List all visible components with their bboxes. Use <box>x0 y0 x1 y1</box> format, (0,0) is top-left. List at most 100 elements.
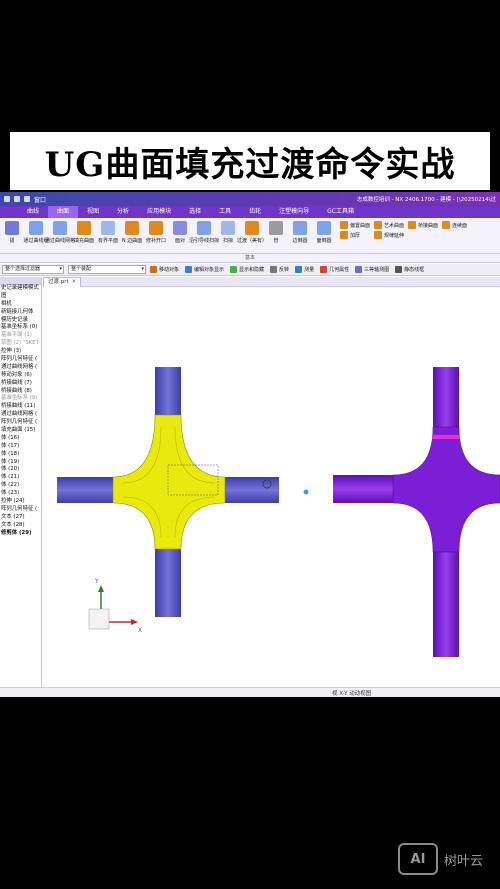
navigator-tree: 史记录建模模式图相机 新链接几何体 模历史记录 基准坐标系 (0) 基准平面 (1) 草图… <box>0 285 41 538</box>
navigator-row[interactable]: 拉伸 (24) <box>0 498 41 506</box>
navigator-row[interactable]: 新链接几何体 <box>0 309 41 317</box>
ribbon-button-5-label: N 边曲面 <box>121 238 143 244</box>
continuous-surface-icon <box>442 221 451 229</box>
navigator-row[interactable]: 填充曲面 (15) <box>0 427 41 435</box>
quick-tool-4[interactable]: 测量 <box>295 266 314 273</box>
undo-icon[interactable] <box>14 196 20 202</box>
ribbon-button-11[interactable]: 管 <box>264 221 288 244</box>
quick-tool-7-label: 静态线框 <box>404 267 425 273</box>
navigator-row[interactable]: 通过曲线网格 ( <box>0 411 41 419</box>
law-extension-button[interactable]: 规律延伸 <box>374 231 404 239</box>
thicken-icon <box>340 231 348 239</box>
studio-surface-icon <box>374 221 383 229</box>
menu-item-1[interactable]: 曲线 <box>18 206 48 218</box>
quick-tool-0-label: 移动对象 <box>159 267 180 273</box>
title-banner: UG曲面填充过渡命令实战 <box>10 132 490 190</box>
seam-line <box>432 435 460 439</box>
quick-tool-1-icon <box>185 266 193 273</box>
navigator-row[interactable]: 图 <box>0 293 41 301</box>
ribbon-button-3-icon <box>77 221 91 235</box>
quick-tool-0-icon <box>150 266 157 273</box>
quick-tool-7[interactable]: 静态线框 <box>395 266 424 273</box>
menu-item-3[interactable]: 视图 <box>78 206 108 218</box>
ribbon-button-6[interactable]: 修补开口 <box>144 221 168 244</box>
navigator-row[interactable]: 体 (22) <box>0 482 41 490</box>
navigator-row[interactable]: 修剪体 (29) <box>0 530 41 538</box>
ribbon-button-10[interactable]: 过渡（美有） <box>237 221 267 244</box>
ribbon-button-6-icon <box>149 221 163 235</box>
navigator-row[interactable]: 体 (17) <box>0 443 41 451</box>
offset-surface-button[interactable]: 偏置曲面 <box>340 221 370 229</box>
navigator-row[interactable]: 桥接曲线 (7) <box>0 380 41 388</box>
offset-surface-icon <box>340 221 348 229</box>
quick-tool-5[interactable]: 几何属性 <box>320 266 349 273</box>
menu-item-6[interactable]: 选择 <box>180 206 210 218</box>
navigator-header <box>0 277 41 285</box>
menu-item-2[interactable]: 曲面 <box>48 206 79 218</box>
navigator-row[interactable]: 体 (23) <box>0 490 41 498</box>
navigator-row[interactable]: 移动对象 (6) <box>0 372 41 380</box>
navigator-row[interactable]: 相机 <box>0 301 41 309</box>
menu-item-4[interactable]: 分析 <box>108 206 138 218</box>
ribbon-button-4[interactable]: 有界平面 <box>96 221 120 244</box>
navigator-row[interactable]: 体 (16) <box>0 435 41 443</box>
thicken-button[interactable]: 加厚 <box>340 231 370 239</box>
navigator-row[interactable]: 拉伸 (3) <box>0 348 41 356</box>
ribbon-button-0[interactable]: 拔 <box>0 221 24 244</box>
triad-cube <box>88 608 110 630</box>
file-tab[interactable]: 过渡.prt ✕ <box>43 276 82 287</box>
navigator-row[interactable]: 草图 (2) "SKET <box>0 340 41 348</box>
purple-blend-region <box>392 426 500 553</box>
ribbon-button-12[interactable]: 边倒圆 <box>288 221 312 244</box>
navigator-row[interactable]: 阵列几何特征 ( <box>0 356 41 364</box>
x-arrow-icon <box>131 619 138 625</box>
navigator-row[interactable]: 通过曲线网格 ( <box>0 364 41 372</box>
quick-tool-6-label: 三等轴测图 <box>364 267 390 273</box>
assembly-scope-select[interactable]: 整个装配 <box>68 265 146 274</box>
ribbon-button-5[interactable]: N 边曲面 <box>120 221 144 244</box>
ribbon-button-8[interactable]: 沿引导线扫掠 <box>189 221 219 244</box>
studio-surface-button[interactable]: 艺术曲面 <box>374 221 404 229</box>
menu-item-5[interactable]: 应用模块 <box>138 206 180 218</box>
menu-item-7[interactable]: 工具 <box>210 206 240 218</box>
ribbon-small-buttons-col-1: 偏置曲面 加厚 <box>340 221 370 239</box>
navigator-row[interactable]: 史记录建模模式 <box>0 285 41 293</box>
menu-item-8[interactable]: 齿轮 <box>240 206 270 218</box>
3d-model-canvas[interactable]: X Y <box>43 287 500 687</box>
coordinate-triad: X Y <box>88 578 142 634</box>
menu-item-9[interactable]: 注塑模向导 <box>270 206 318 218</box>
ribbon-small-buttons-col-3: 桥接曲面 <box>408 221 438 229</box>
ribbon-button-12-label: 边倒圆 <box>292 238 308 244</box>
menu-item-10[interactable]: GC工具箱 <box>318 206 363 218</box>
quick-tool-6[interactable]: 三等轴测图 <box>355 266 389 273</box>
quick-tool-1[interactable]: 编辑对象显示 <box>185 266 224 273</box>
quick-tool-0[interactable]: 移动对象 <box>150 266 179 273</box>
navigator-row[interactable]: 体 (18) <box>0 451 41 459</box>
window-menu[interactable]: 窗口 <box>34 195 46 204</box>
selection-filter-select[interactable]: 整个选择过滤器 <box>2 265 64 274</box>
ribbon-button-3[interactable]: 填充曲面 <box>72 221 96 244</box>
watermark-logo: AI <box>398 843 438 875</box>
close-icon[interactable]: ✕ <box>72 278 77 287</box>
ribbon-button-0-label: 拔 <box>9 238 15 244</box>
save-icon[interactable] <box>4 196 10 202</box>
quick-tool-3[interactable]: 反转 <box>270 266 289 273</box>
tube-bottom <box>155 542 181 617</box>
navigator-row[interactable]: 阵列几何特征 ( <box>0 506 41 514</box>
ribbon-button-2[interactable]: 通过曲线网格 <box>45 221 75 244</box>
bridge-surface-button[interactable]: 桥接曲面 <box>408 221 438 229</box>
right-cross-model[interactable] <box>333 367 500 657</box>
ribbon-button-group: 拔通过曲线组 通过曲线网格 填充曲面 有界平面 N 边曲面 修补开口 面对 沿引导线扫掠 扫掠过… <box>0 221 336 244</box>
ribbon-button-4-icon <box>101 221 115 235</box>
navigator-row[interactable]: 文本 (28) <box>0 522 41 530</box>
ribbon-button-13[interactable]: 面倒圆 <box>312 221 336 244</box>
redo-icon[interactable] <box>24 196 30 202</box>
navigator-row[interactable]: 阵列几何特征 ( <box>0 419 41 427</box>
graphics-window[interactable]: 过渡.prt ✕ X Y <box>43 276 500 687</box>
ribbon-button-9-icon <box>221 221 235 235</box>
quick-tool-2[interactable]: 显示和隐藏 <box>230 266 264 273</box>
menu-bar: 曲线 曲面 视图 分析 应用模块 选择 工具 齿轮 注塑模向导 GC工具箱 <box>0 206 500 218</box>
continuous-surface-button[interactable]: 连续面 <box>442 221 467 229</box>
navigator-row[interactable]: 文本 (27) <box>0 514 41 522</box>
triad-x-label: X <box>138 627 142 634</box>
